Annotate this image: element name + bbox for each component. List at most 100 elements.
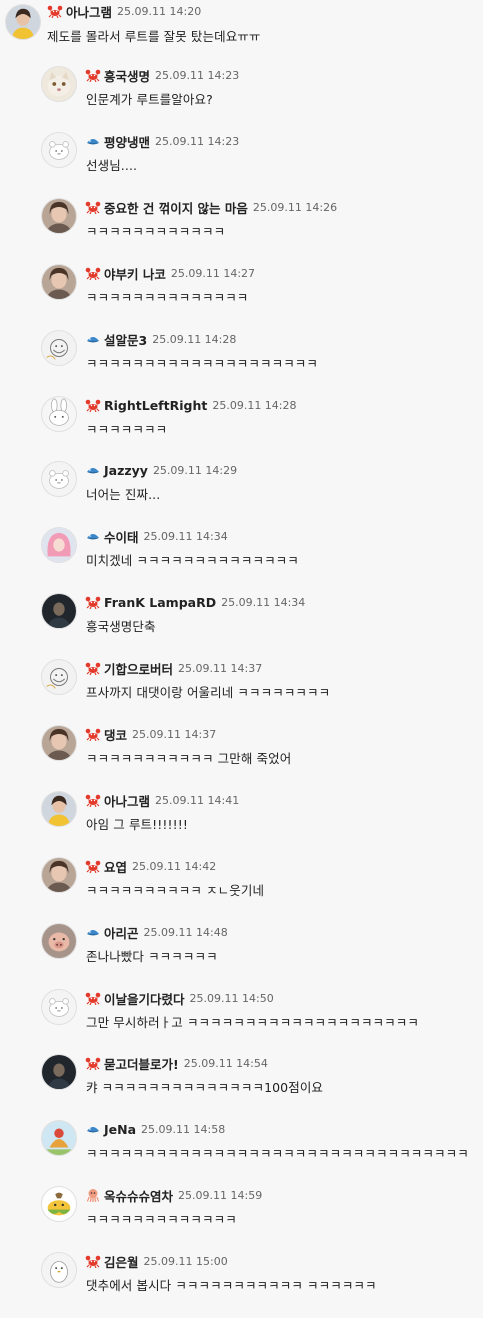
default-avatar[interactable] <box>41 461 77 497</box>
photo-avatar[interactable] <box>41 264 77 300</box>
reply-item: 아리곤 25.09.11 14:48 존나나빴다 ㅋㅋㅋㅋㅋㅋ <box>0 923 483 989</box>
crab-icon <box>85 859 101 873</box>
author-name[interactable]: 아나그램 <box>104 791 150 810</box>
comment-timestamp: 25.09.11 14:54 <box>183 1056 268 1070</box>
pig-avatar[interactable] <box>41 923 77 959</box>
comment-item: 아나그램 25.09.11 14:20 제도를 몰라서 루트를 잘못 탔는데요ㅠ… <box>0 0 483 66</box>
author-name[interactable]: FranK LampaRD <box>104 595 216 610</box>
comment-timestamp: 25.09.11 14:23 <box>155 134 240 148</box>
fish-icon <box>85 463 101 477</box>
pink-hair-avatar[interactable] <box>41 527 77 563</box>
comment-meta: 야부키 나코 25.09.11 14:27 <box>85 264 255 282</box>
cat-avatar[interactable] <box>41 66 77 102</box>
comment-text: 선생님.... <box>86 158 138 173</box>
reply-item: RightLeftRight 25.09.11 14:28 ㅋㅋㅋㅋㅋㅋㅋ <box>0 396 483 462</box>
reply-item: 묻고더블로가! 25.09.11 14:54 캬 ㅋㅋㅋㅋㅋㅋㅋㅋㅋㅋㅋㅋㅋㅋ1… <box>0 1054 483 1120</box>
woman-yellow-avatar[interactable] <box>41 791 77 827</box>
comment-text: ㅋㅋㅋㅋㅋㅋㅋㅋㅋㅋㅋㅋㅋㅋㅋㅋㅋㅋㅋㅋㅋㅋㅋㅋㅋㅋㅋㅋㅋㅋㅋㅋㅋ <box>86 1146 469 1161</box>
reply-item: Jazzyy 25.09.11 14:29 너어는 진짜... <box>0 461 483 527</box>
crab-icon <box>85 661 101 675</box>
author-name[interactable]: JeNa <box>104 1122 136 1137</box>
photo-avatar[interactable] <box>41 198 77 234</box>
penguin-avatar[interactable] <box>41 1252 77 1288</box>
crab-icon <box>85 266 101 280</box>
crab-icon <box>85 1056 101 1070</box>
comment-meta: 옥슈슈슈염차 25.09.11 14:59 <box>85 1186 262 1204</box>
author-name[interactable]: RightLeftRight <box>104 398 207 413</box>
comment-timestamp: 25.09.11 14:27 <box>170 266 256 280</box>
comment-text: ㅋㅋㅋㅋㅋㅋㅋㅋㅋㅋㅋㅋㅋㅋ <box>86 290 249 305</box>
rabbit-avatar[interactable] <box>41 396 77 432</box>
comment-text: ㅋㅋㅋㅋㅋㅋㅋㅋㅋㅋㅋㅋㅋㅋㅋㅋㅋㅋㅋㅋ <box>86 356 319 371</box>
reply-item: 옥슈슈슈염차 25.09.11 14:59 ㅋㅋㅋㅋㅋㅋㅋㅋㅋㅋㅋㅋㅋ <box>0 1186 483 1252</box>
photo-avatar[interactable] <box>41 725 77 761</box>
author-name[interactable]: 옥슈슈슈염차 <box>104 1186 173 1205</box>
comment-text: 미치겠네 ㅋㅋㅋㅋㅋㅋㅋㅋㅋㅋㅋㅋㅋㅋ <box>86 553 299 568</box>
dark-photo-avatar[interactable] <box>41 1054 77 1090</box>
comment-meta: 설알문3 25.09.11 14:28 <box>85 330 236 348</box>
author-name[interactable]: 이날을기다렸다 <box>104 989 185 1008</box>
crab-icon <box>85 398 101 412</box>
author-name[interactable]: 설알문3 <box>104 330 147 349</box>
reply-item: 설알문3 25.09.11 14:28 ㅋㅋㅋㅋㅋㅋㅋㅋㅋㅋㅋㅋㅋㅋㅋㅋㅋㅋㅋㅋ <box>0 330 483 396</box>
author-name[interactable]: 흥국생명 <box>104 66 150 85</box>
dark-photo-avatar[interactable] <box>41 593 77 629</box>
comment-timestamp: 25.09.11 14:26 <box>252 200 338 214</box>
sketch-avatar[interactable] <box>41 659 77 695</box>
author-name[interactable]: 아나그램 <box>66 2 112 21</box>
illustration-avatar[interactable] <box>41 1120 77 1156</box>
reply-item: 흥국생명 25.09.11 14:23 인문계가 루트를알아요? <box>0 66 483 132</box>
author-name[interactable]: 수이태 <box>104 527 139 546</box>
fish-icon <box>85 332 101 346</box>
comment-timestamp: 25.09.11 14:50 <box>189 991 274 1005</box>
photo-avatar[interactable] <box>41 857 77 893</box>
author-name[interactable]: 기합으로버터 <box>104 659 173 678</box>
comment-timestamp: 25.09.11 14:42 <box>132 859 217 873</box>
sketch-avatar[interactable] <box>41 330 77 366</box>
comment-meta: 중요한 건 꺾이지 않는 마음 25.09.11 14:26 <box>85 198 337 216</box>
comment-timestamp: 25.09.11 14:20 <box>117 4 202 18</box>
author-name[interactable]: 요엽 <box>104 857 127 876</box>
author-name[interactable]: 댕코 <box>104 725 127 744</box>
author-name[interactable]: 김은월 <box>104 1252 139 1271</box>
comment-meta: 아리곤 25.09.11 14:48 <box>85 923 228 941</box>
default-avatar[interactable] <box>41 989 77 1025</box>
woman-yellow-avatar[interactable] <box>5 4 41 40</box>
author-name[interactable]: Jazzyy <box>104 463 148 478</box>
comment-meta: 요엽 25.09.11 14:42 <box>85 857 216 875</box>
comment-meta: 기합으로버터 25.09.11 14:37 <box>85 659 262 677</box>
comment-timestamp: 25.09.11 14:23 <box>155 68 240 82</box>
author-name[interactable]: 중요한 건 꺾이지 않는 마음 <box>104 198 248 217</box>
author-name[interactable]: 묻고더블로가! <box>104 1054 179 1073</box>
comment-text: 댓추에서 봅시다 ㅋㅋㅋㅋㅋㅋㅋㅋㅋㅋㅋ ㅋㅋㅋㅋㅋㅋ <box>86 1278 377 1293</box>
corn-avatar[interactable] <box>41 1186 77 1222</box>
reply-item: 야부키 나코 25.09.11 14:27 ㅋㅋㅋㅋㅋㅋㅋㅋㅋㅋㅋㅋㅋㅋ <box>0 264 483 330</box>
crab-icon <box>85 595 101 609</box>
comment-text: 흥국생명단축 <box>86 619 156 634</box>
comment-text: ㅋㅋㅋㅋㅋㅋㅋㅋㅋㅋㅋ 그만해 죽었어 <box>86 751 292 766</box>
author-name[interactable]: 야부키 나코 <box>104 264 166 283</box>
comment-text: 캬 ㅋㅋㅋㅋㅋㅋㅋㅋㅋㅋㅋㅋㅋㅋ100점이요 <box>86 1080 324 1095</box>
author-name[interactable]: 아리곤 <box>104 923 139 942</box>
comment-text: ㅋㅋㅋㅋㅋㅋㅋㅋㅋㅋㅋㅋㅋ <box>86 1212 237 1227</box>
comment-timestamp: 25.09.11 14:28 <box>152 332 237 346</box>
comment-timestamp: 25.09.11 14:59 <box>178 1188 263 1202</box>
reply-item: 평양냉맨 25.09.11 14:23 선생님.... <box>0 132 483 198</box>
comment-meta: FranK LampaRD 25.09.11 14:34 <box>85 593 305 611</box>
comment-text: 프사까지 대댓이랑 어울리네 ㅋㅋㅋㅋㅋㅋㅋㅋ <box>86 685 331 700</box>
crab-icon <box>85 793 101 807</box>
comment-timestamp: 25.09.11 14:37 <box>132 727 217 741</box>
fish-icon <box>85 925 101 939</box>
reply-item: 이날을기다렸다 25.09.11 14:50 그만 무시하러ㅏ고 ㅋㅋㅋㅋㅋㅋㅋ… <box>0 989 483 1055</box>
default-avatar[interactable] <box>41 132 77 168</box>
comment-text: 그만 무시하러ㅏ고 ㅋㅋㅋㅋㅋㅋㅋㅋㅋㅋㅋㅋㅋㅋㅋㅋㅋㅋㅋㅋ <box>86 1015 419 1030</box>
reply-item: 댕코 25.09.11 14:37 ㅋㅋㅋㅋㅋㅋㅋㅋㅋㅋㅋ 그만해 죽었어 <box>0 725 483 791</box>
comment-timestamp: 25.09.11 14:34 <box>143 529 228 543</box>
author-name[interactable]: 평양냉맨 <box>104 132 150 151</box>
comment-meta: 흥국생명 25.09.11 14:23 <box>85 66 239 84</box>
comment-meta: 평양냉맨 25.09.11 14:23 <box>85 132 239 150</box>
comment-meta: 묻고더블로가! 25.09.11 14:54 <box>85 1054 268 1072</box>
crab-icon <box>85 68 101 82</box>
comment-text: 존나나빴다 ㅋㅋㅋㅋㅋㅋ <box>86 949 218 964</box>
comment-text: 인문계가 루트를알아요? <box>86 92 213 107</box>
